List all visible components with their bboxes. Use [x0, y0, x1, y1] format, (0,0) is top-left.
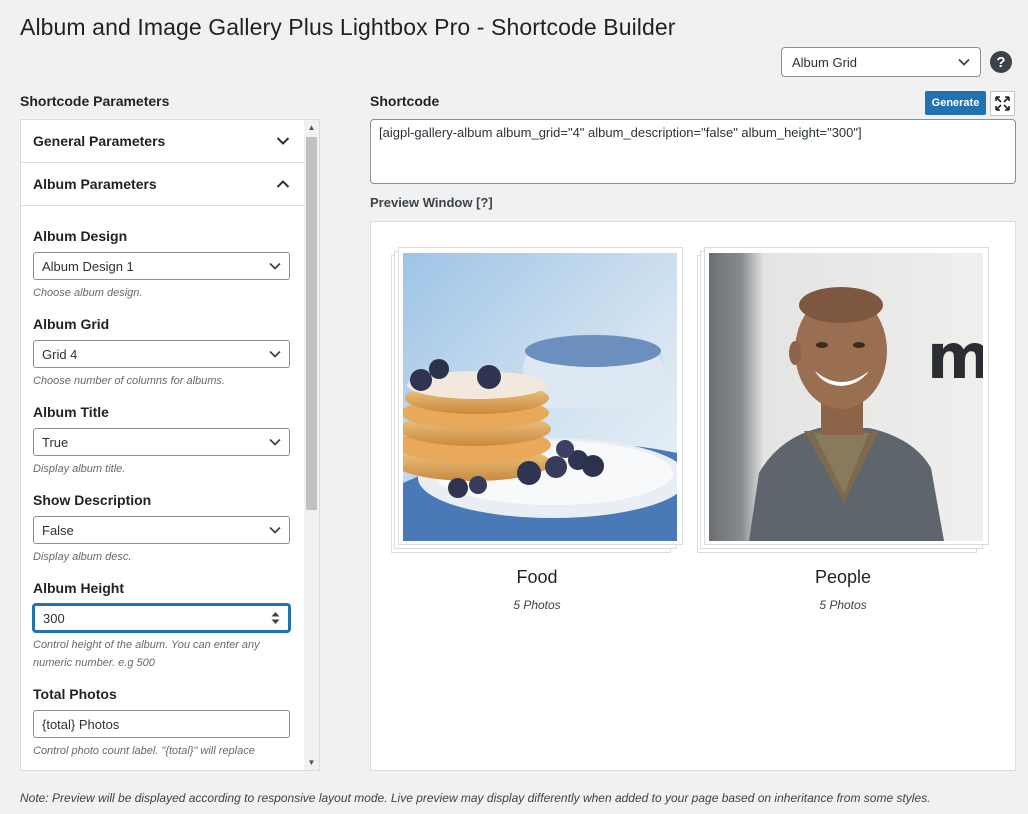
album-title-desc: Display album title. — [33, 463, 126, 475]
shortcode-parameters-heading: Shortcode Parameters — [20, 93, 170, 109]
total-photos-value: {total} Photos — [42, 716, 120, 732]
show-description-value: False — [42, 522, 74, 538]
album-cover-food — [403, 253, 677, 541]
field-album-title: Album Title True Display album title. — [33, 404, 292, 478]
general-parameters-label: General Parameters — [33, 133, 166, 149]
album-height-desc: Control height of the album. You can ent… — [33, 639, 260, 669]
field-album-design: Album Design Album Design 1 Choose album… — [33, 228, 292, 302]
album-parameters-toggle[interactable]: Album Parameters — [21, 163, 304, 206]
preview-window: Food 5 Photos m People 5 Photos — [370, 221, 1016, 771]
fullscreen-icon — [995, 96, 1010, 111]
shortcode-output[interactable]: [aigpl-gallery-album album_grid="4" albu… — [370, 119, 1016, 184]
scroll-down-arrow-icon[interactable]: ▼ — [304, 755, 319, 770]
field-album-height: Album Height 300 Control height of the a… — [33, 580, 292, 672]
album-title-value: True — [42, 434, 69, 450]
shortcode-type-select[interactable]: Album Grid — [781, 47, 981, 77]
help-icon[interactable]: ? — [990, 51, 1012, 73]
album-height-value: 300 — [43, 610, 65, 626]
show-description-label: Show Description — [33, 492, 152, 508]
album-cover-people: m — [709, 253, 983, 541]
album-grid-select[interactable]: Grid 4 — [33, 340, 290, 368]
album-parameters-label: Album Parameters — [33, 176, 157, 192]
scroll-thumb[interactable] — [306, 137, 317, 510]
album-name[interactable]: Food — [391, 567, 683, 588]
album-card-food[interactable]: Food 5 Photos — [391, 247, 683, 612]
album-design-desc: Choose album design. — [33, 287, 143, 299]
preview-window-heading: Preview Window [?] — [370, 195, 493, 210]
preview-note: Note: Preview will be displayed accordin… — [20, 791, 931, 805]
album-card-people[interactable]: m People 5 Photos — [697, 247, 989, 612]
chevron-up-icon — [276, 180, 290, 188]
album-stack: m — [697, 247, 989, 553]
show-description-select[interactable]: False — [33, 516, 290, 544]
total-photos-label: Total Photos — [33, 686, 117, 702]
fullscreen-button[interactable] — [990, 91, 1015, 116]
chevron-down-icon — [269, 262, 281, 270]
chevron-down-icon — [269, 438, 281, 446]
album-title-label: Album Title — [33, 404, 109, 420]
field-album-grid: Album Grid Grid 4 Choose number of colum… — [33, 316, 292, 390]
chevron-down-icon — [276, 137, 290, 145]
album-parameters-body: Album Design Album Design 1 Choose album… — [21, 206, 304, 760]
spinner-arrows-icon[interactable] — [271, 611, 280, 625]
chevron-down-icon — [269, 350, 281, 358]
album-photo-count: 5 Photos — [819, 598, 867, 612]
chevron-down-icon — [269, 526, 281, 534]
total-photos-desc: Control photo count label. "{total}" wil… — [33, 745, 255, 757]
album-stack — [391, 247, 683, 553]
album-height-label: Album Height — [33, 580, 124, 596]
album-design-value: Album Design 1 — [42, 258, 134, 274]
field-total-photos: Total Photos {total} Photos Control phot… — [33, 686, 292, 760]
parameters-scrollbar[interactable]: ▲ ▼ — [304, 120, 319, 770]
album-grid-value: Grid 4 — [42, 346, 78, 362]
pancakes-image — [403, 253, 677, 541]
album-title-select[interactable]: True — [33, 428, 290, 456]
show-description-desc: Display album desc. — [33, 551, 132, 563]
page-title: Album and Image Gallery Plus Lightbox Pr… — [20, 14, 676, 40]
field-show-description: Show Description False Display album des… — [33, 492, 292, 566]
album-name[interactable]: People — [697, 567, 989, 588]
total-photos-input[interactable]: {total} Photos — [33, 710, 290, 738]
album-design-label: Album Design — [33, 228, 128, 244]
album-grid-label: Album Grid — [33, 316, 110, 332]
general-parameters-toggle[interactable]: General Parameters — [21, 120, 304, 163]
generate-button[interactable]: Generate — [925, 91, 986, 115]
shortcode-type-value: Album Grid — [792, 54, 858, 70]
svg-text:m: m — [927, 320, 983, 393]
album-design-select[interactable]: Album Design 1 — [33, 252, 290, 280]
scroll-up-arrow-icon[interactable]: ▲ — [304, 120, 319, 135]
parameters-scroll-area[interactable]: General Parameters Album Parameters Albu… — [21, 120, 304, 770]
parameters-panel: General Parameters Album Parameters Albu… — [20, 119, 320, 771]
portrait-image: m — [709, 253, 983, 541]
album-photo-count: 5 Photos — [513, 598, 561, 612]
album-grid-desc: Choose number of columns for albums. — [33, 375, 225, 387]
shortcode-heading: Shortcode — [370, 93, 440, 109]
chevron-down-icon — [958, 58, 970, 66]
album-height-input[interactable]: 300 — [33, 604, 290, 632]
